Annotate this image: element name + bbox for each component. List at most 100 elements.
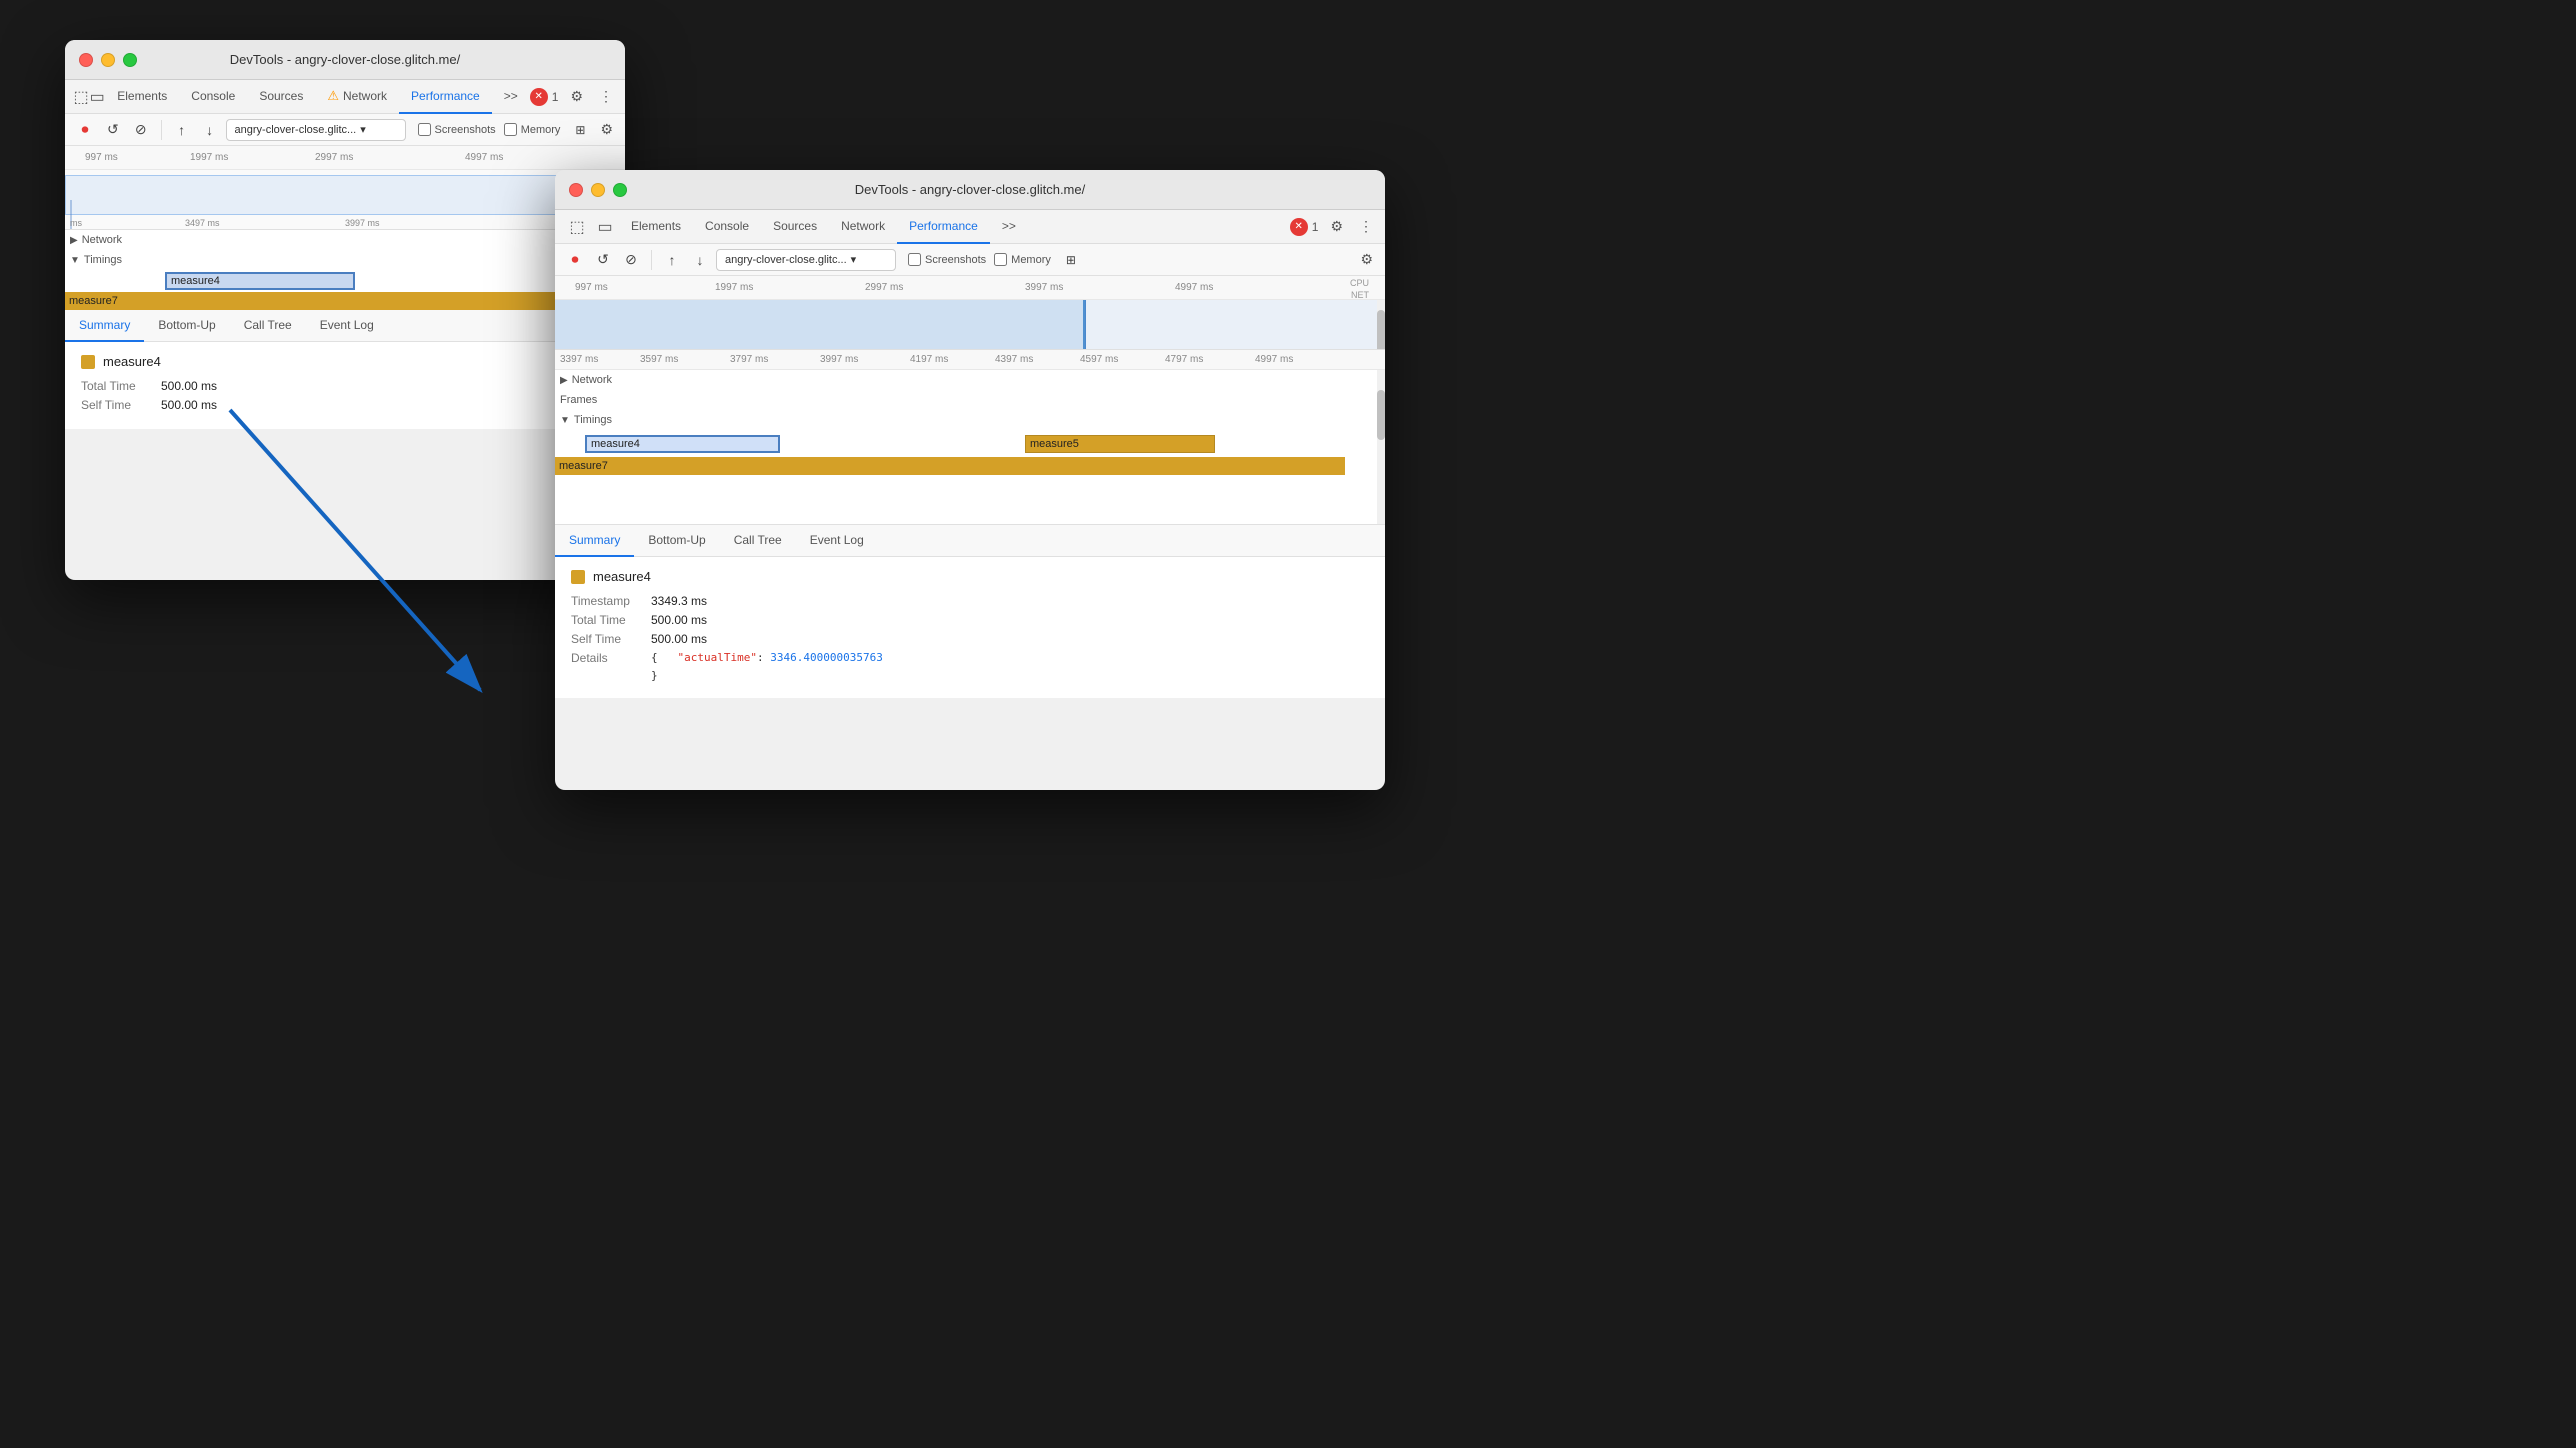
tab-performance-2[interactable]: Performance <box>897 210 990 244</box>
tab-summary-1[interactable]: Summary <box>65 310 144 342</box>
details-row-2: Details { "actualTime": 3346.40000003576… <box>571 651 1369 665</box>
minimize-button-1[interactable] <box>101 53 115 67</box>
traffic-lights-2 <box>569 183 627 197</box>
overview-area-2 <box>555 300 1385 350</box>
titlebar-1: DevTools - angry-clover-close.glitch.me/ <box>65 40 625 80</box>
total-time-row-1: Total Time 500.00 ms <box>81 379 609 393</box>
cpu-label-2: CPU <box>1350 278 1369 288</box>
device-icon-1[interactable]: ▭ <box>89 83 105 111</box>
tab-eventlog-1[interactable]: Event Log <box>306 310 388 342</box>
settings-icon-1[interactable]: ⚙ <box>566 88 587 105</box>
titlebar-2: DevTools - angry-clover-close.glitch.me/ <box>555 170 1385 210</box>
flame-area-1: ▶ Network ▼ Timings measure4 measure7 <box>65 230 625 310</box>
timestamp-row-2: Timestamp 3349.3 ms <box>571 594 1369 608</box>
more-icon-2[interactable]: ⋮ <box>1355 218 1377 235</box>
inspector-icon-2[interactable]: ⬚ <box>563 213 591 241</box>
memory-checkbox-1[interactable]: Memory <box>504 123 561 136</box>
track-label-frames-2: Frames <box>560 394 597 406</box>
bottom-tabs-2: Summary Bottom-Up Call Tree Event Log <box>555 525 1385 557</box>
overview-area-1: ms 3497 ms 3997 ms <box>65 170 625 230</box>
perf-toolbar-2: ⏺ ↺ ⊘ ↑ ↓ angry-clover-close.glitc... ▾ … <box>555 244 1385 276</box>
tab-network-2[interactable]: Network <box>829 210 897 244</box>
tab-console-2[interactable]: Console <box>693 210 761 244</box>
track-label-timings-1: ▼ Timings <box>70 254 122 266</box>
net-label-2: NET <box>1351 290 1369 300</box>
details-close-brace-2: } <box>571 669 1369 682</box>
more-icon-1[interactable]: ⋮ <box>595 88 617 105</box>
tab-console-1[interactable]: Console <box>179 80 247 114</box>
upload-btn-2[interactable]: ↑ <box>660 248 684 272</box>
flame-scrollbar-2[interactable] <box>1377 370 1385 524</box>
traffic-lights-1 <box>79 53 137 67</box>
refresh-btn-2[interactable]: ↺ <box>591 248 615 272</box>
record-btn-1[interactable]: ⏺ <box>73 118 97 142</box>
error-badge-1: ✕ <box>530 88 548 106</box>
measure7-bar-2[interactable]: measure7 <box>555 457 1345 475</box>
tab-sources-2[interactable]: Sources <box>761 210 829 244</box>
perf-settings-1[interactable]: ⚙ <box>596 121 617 137</box>
window-title-2: DevTools - angry-clover-close.glitch.me/ <box>855 182 1085 197</box>
error-badge-2: ✕ <box>1290 218 1308 236</box>
error-count-1: 1 <box>552 90 559 104</box>
tab-bottomup-2[interactable]: Bottom-Up <box>634 525 719 557</box>
record-btn-2[interactable]: ⏺ <box>563 248 587 272</box>
perf-settings-2[interactable]: ⚙ <box>1356 251 1377 267</box>
tab-elements-1[interactable]: Elements <box>105 80 179 114</box>
devtools-window-1: DevTools - angry-clover-close.glitch.me/… <box>65 40 625 580</box>
network-throttle-1[interactable]: ⊞ <box>568 118 592 142</box>
measure4-bar-2[interactable]: measure4 <box>585 435 780 453</box>
measure-icon-1 <box>81 355 95 369</box>
tab-bar-1: ⬚ ▭ Elements Console Sources ⚠ Network P… <box>65 80 625 114</box>
total-time-row-2: Total Time 500.00 ms <box>571 613 1369 627</box>
url-box-2[interactable]: angry-clover-close.glitc... ▾ <box>716 249 896 271</box>
url-box-1[interactable]: angry-clover-close.glitc... ▾ <box>226 119 406 141</box>
close-button-1[interactable] <box>79 53 93 67</box>
upload-btn-1[interactable]: ↑ <box>170 118 194 142</box>
measure5-bar-2[interactable]: measure5 <box>1025 435 1215 453</box>
devtools-window-2: DevTools - angry-clover-close.glitch.me/… <box>555 170 1385 790</box>
divider-1 <box>161 120 162 140</box>
close-button-2[interactable] <box>569 183 583 197</box>
tab-sources-1[interactable]: Sources <box>247 80 315 114</box>
tab-network-1[interactable]: ⚠ Network <box>315 80 399 114</box>
network-throttle-2[interactable]: ⊞ <box>1059 248 1083 272</box>
tab-bottomup-1[interactable]: Bottom-Up <box>144 310 229 342</box>
tab-calltree-1[interactable]: Call Tree <box>230 310 306 342</box>
device-icon-2[interactable]: ▭ <box>591 213 619 241</box>
tab-calltree-2[interactable]: Call Tree <box>720 525 796 557</box>
tab-eventlog-2[interactable]: Event Log <box>796 525 878 557</box>
bottom-tabs-1: Summary Bottom-Up Call Tree Event Log <box>65 310 625 342</box>
tab-elements-2[interactable]: Elements <box>619 210 693 244</box>
measure4-bar-1[interactable]: measure4 <box>165 272 355 290</box>
perf-toolbar-1: ⏺ ↺ ⊘ ↑ ↓ angry-clover-close.glitc... ▾ … <box>65 114 625 146</box>
clear-btn-2[interactable]: ⊘ <box>619 248 643 272</box>
inspector-icon-1[interactable]: ⬚ <box>73 83 89 111</box>
maximize-button-2[interactable] <box>613 183 627 197</box>
self-time-row-2: Self Time 500.00 ms <box>571 632 1369 646</box>
tab-summary-2[interactable]: Summary <box>555 525 634 557</box>
maximize-button-1[interactable] <box>123 53 137 67</box>
tab-more-1[interactable]: >> <box>492 80 530 114</box>
clear-btn-1[interactable]: ⊘ <box>129 118 153 142</box>
tab-bar-2: ⬚ ▭ Elements Console Sources Network Per… <box>555 210 1385 244</box>
flame-area-2: ▶ Network Frames ▼ Timings measure4 meas… <box>555 370 1385 525</box>
track-label-network-2: ▶ Network <box>560 374 612 386</box>
timeline-ruler-2: 997 ms 1997 ms 2997 ms 3997 ms 4997 ms C… <box>555 276 1385 300</box>
refresh-btn-1[interactable]: ↺ <box>101 118 125 142</box>
track-label-timings-2: ▼ Timings <box>560 414 612 426</box>
tab-performance-1[interactable]: Performance <box>399 80 492 114</box>
memory-checkbox-2[interactable]: Memory <box>994 253 1051 266</box>
scrollbar-2[interactable] <box>1377 300 1385 349</box>
download-btn-2[interactable]: ↓ <box>688 248 712 272</box>
screenshots-checkbox-1[interactable]: Screenshots <box>418 123 496 136</box>
window-title-1: DevTools - angry-clover-close.glitch.me/ <box>230 52 460 67</box>
summary-panel-1: measure4 Total Time 500.00 ms Self Time … <box>65 342 625 429</box>
track-label-network-1: ▶ Network <box>70 234 122 246</box>
tab-more-2[interactable]: >> <box>990 210 1028 244</box>
minimize-button-2[interactable] <box>591 183 605 197</box>
measure7-bar-1[interactable]: measure7 <box>65 292 615 310</box>
summary-title-2: measure4 <box>571 569 1369 584</box>
settings-icon-2[interactable]: ⚙ <box>1326 218 1347 235</box>
download-btn-1[interactable]: ↓ <box>198 118 222 142</box>
screenshots-checkbox-2[interactable]: Screenshots <box>908 253 986 266</box>
